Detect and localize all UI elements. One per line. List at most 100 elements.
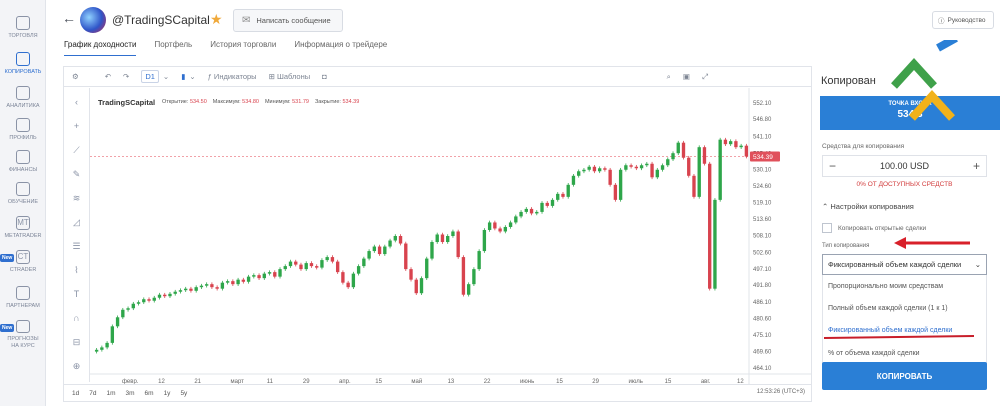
copy-open-trades-checkbox[interactable] [822,223,832,233]
y-tick-label: 519.10 [753,201,772,207]
candle-body [671,153,675,160]
timeframe-selector[interactable]: D1 [141,70,159,83]
back-arrow-icon[interactable]: ← [62,10,76,26]
range-1d[interactable]: 1d [72,390,79,397]
candle-body [184,288,188,291]
save-icon[interactable]: ▣ [683,72,690,81]
undo-icon[interactable]: ↶ [105,72,111,81]
sidebar-item-4[interactable]: ФИНАНСЫ [0,148,46,180]
candle-body [136,302,141,304]
candle-type-icon[interactable]: ▮ [181,72,185,81]
y-tick-label: 491.80 [753,283,772,289]
copy-type-dropdown: Пропорционально моим средствам Полный объ… [822,275,987,365]
chevron-down-icon[interactable]: ⌄ [189,72,195,81]
sidebar-item-6[interactable]: MT METATRADER [0,214,46,246]
copy-button[interactable]: КОПИРОВАТЬ [822,362,987,390]
range-3m[interactable]: 3m [126,390,135,397]
profile-icon [16,118,30,132]
back-chevron-icon[interactable]: ‹ [70,96,83,109]
copy-icon [16,52,30,66]
zoom-icon[interactable]: ⊕ [70,360,83,373]
candle-body [592,166,597,172]
candle-body [645,163,649,166]
copy-type-label: Тип копирования [822,243,870,249]
fib-icon[interactable]: ≋ [70,192,83,205]
text-icon[interactable]: T [70,288,83,301]
range-5y[interactable]: 5y [180,390,187,397]
pen-icon[interactable]: ✎ [70,168,83,181]
brush-icon[interactable]: ⌇ [70,264,83,277]
camera-icon[interactable]: ◘ [322,72,327,81]
sidebar-item-9[interactable]: ПРОГНОЗЫ НА КУРС New [0,318,46,350]
candle-body [739,145,743,148]
candle-body [728,141,733,145]
copy-type-option[interactable]: Фиксированный объем каждой сделки [828,327,952,334]
settings-gear-icon[interactable]: ⚙ [72,72,79,81]
range-7d[interactable]: 7d [89,390,96,397]
sidebar-item-8[interactable]: ПАРТНЕРАМ [0,284,46,316]
candle-body [734,141,738,148]
sidebar-item-5[interactable]: ОБУЧЕНИЕ [0,180,46,212]
search-icon[interactable]: ⌕ [667,72,671,82]
copy-type-select[interactable]: Фиксированный объем каждой сделки ⌄ [822,254,987,275]
sidebar-item-1[interactable]: КОПИРОВАТЬ [0,50,46,82]
copy-type-option[interactable]: Пропорционально моим средствам [828,283,943,290]
candlestick-chart[interactable]: 552.10546.80541.10535.40530.10524.60519.… [90,88,811,384]
sidebar-item-label: КОПИРОВАТЬ [4,69,42,75]
y-tick-label: 502.60 [753,250,772,256]
candle-body [545,202,549,206]
candle-body [461,257,466,295]
candle-body [199,285,204,288]
crosshair-icon[interactable]: + [70,120,83,133]
tab-3[interactable]: Информация о трейдере [294,40,387,56]
candle-body [430,242,434,259]
candle-body [257,275,261,279]
send-message-button[interactable]: ✉ Написать сообщение [233,9,343,32]
funds-input[interactable]: 100.00 USD [880,161,929,171]
copy-settings-toggle[interactable]: ⌃ Настройки копирования [822,202,914,211]
range-6m[interactable]: 6m [145,390,154,397]
y-tick-label: 464.10 [753,366,772,372]
ruler-icon[interactable]: ⊟ [70,336,83,349]
range-1m[interactable]: 1m [106,390,115,397]
candle-body [315,266,319,268]
chart-panel: ⚙ ↶ ↷ D1 ⌄ ▮ ⌄ ƒ Индикаторы ⊞ Шаблоны ◘ … [63,66,812,402]
open-label: Открытие: [162,99,189,105]
chevron-down-icon[interactable]: ⌄ [163,72,169,81]
minus-button[interactable]: − [829,159,836,173]
candle-body [215,287,219,289]
sidebar-item-7[interactable]: CT CTRADER New [0,248,46,280]
copy-open-trades-row[interactable]: Копировать открытые сделки [822,223,926,233]
favorite-star-icon[interactable]: ★ [210,11,223,28]
copy-type-option[interactable]: % от объема каждой сделки [828,350,920,357]
tab-2[interactable]: История торговли [210,40,276,56]
fullscreen-icon[interactable]: ⤢ [702,72,708,82]
projection-icon[interactable]: ☰ [70,240,83,253]
copy-type-option[interactable]: Полный объем каждой сделки (1 к 1) [828,305,948,312]
low-value: 531.79 [292,99,309,105]
analytics-icon [16,86,30,100]
sidebar-item-2[interactable]: АНАЛИТИКА [0,84,46,116]
magnet-icon[interactable]: ∩ [70,312,83,325]
candle-body [744,145,749,157]
pattern-icon[interactable]: ◿ [70,216,83,229]
y-tick-label: 541.10 [753,134,772,140]
candle-body [666,159,670,166]
candle-body [446,236,450,243]
redo-icon[interactable]: ↷ [123,72,129,81]
sidebar-item-0[interactable]: ТОРГОВЛЯ [0,14,46,46]
trend-line-icon[interactable]: ⟋ [70,144,83,157]
candle-body [273,272,277,277]
tab-0[interactable]: График доходности [64,40,137,56]
sidebar-item-label: ПРОФИЛЬ [9,135,37,141]
sidebar-item-3[interactable]: ПРОФИЛЬ [0,116,46,148]
range-1y[interactable]: 1y [164,390,171,397]
plus-button[interactable]: + [973,159,980,173]
tab-1[interactable]: Портфель [154,40,192,56]
candle-body [388,240,392,247]
indicators-button[interactable]: ƒ Индикаторы [208,72,257,81]
funds-label: Средства для копирования [822,143,905,150]
guide-button[interactable]: ⓘ Руководство [932,11,994,29]
templates-button[interactable]: ⊞ Шаблоны [269,72,311,81]
copy-type-selected: Фиксированный объем каждой сделки [828,260,962,269]
